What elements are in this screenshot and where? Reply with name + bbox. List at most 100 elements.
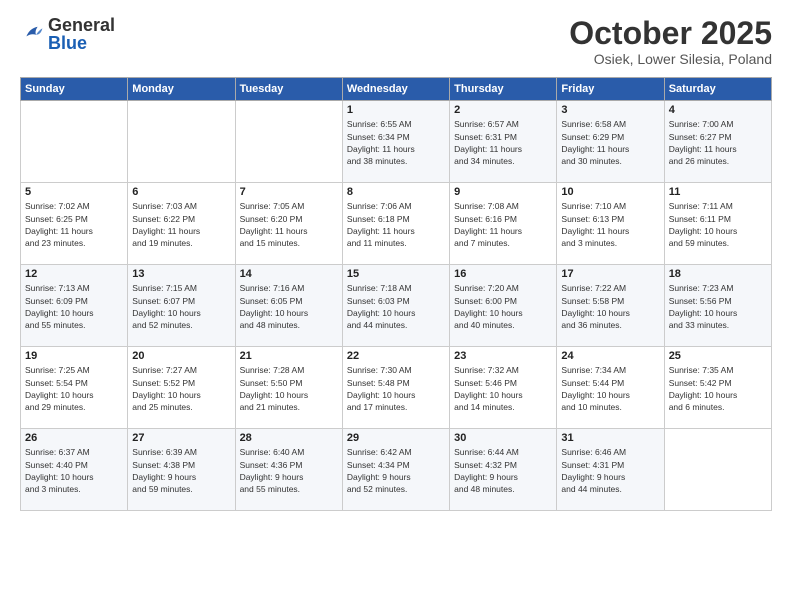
week-row-1: 1 Sunrise: 6:55 AM Sunset: 6:34 PM Daylig… (21, 101, 772, 183)
calendar-cell: 16Sunrise: 7:20 AM Sunset: 6:00 PM Dayli… (450, 265, 557, 347)
day-info: Sunrise: 6:39 AM Sunset: 4:38 PM Dayligh… (132, 446, 230, 495)
day-number: 20 (132, 350, 230, 362)
day-number: 19 (25, 350, 123, 362)
day-number: 12 (25, 268, 123, 280)
day-number: 4 (669, 104, 767, 116)
col-saturday: Saturday (664, 78, 771, 101)
day-info: Sunrise: 6:58 AM Sunset: 6:29 PM Dayligh… (561, 118, 659, 167)
col-friday: Friday (557, 78, 664, 101)
day-number: 10 (561, 186, 659, 198)
calendar-cell: 9 Sunrise: 7:08 AM Sunset: 6:16 PM Daylig… (450, 183, 557, 265)
calendar-header-row: Sunday Monday Tuesday Wednesday Thursday… (21, 78, 772, 101)
day-number: 9 (454, 186, 552, 198)
day-number: 8 (347, 186, 445, 198)
day-number: 25 (669, 350, 767, 362)
col-tuesday: Tuesday (235, 78, 342, 101)
day-info: Sunrise: 7:23 AM Sunset: 5:56 PM Dayligh… (669, 282, 767, 331)
day-info: Sunrise: 7:16 AM Sunset: 6:05 PM Dayligh… (240, 282, 338, 331)
calendar-cell: 20Sunrise: 7:27 AM Sunset: 5:52 PM Dayli… (128, 347, 235, 429)
logo-bird-icon (20, 22, 44, 46)
day-number: 7 (240, 186, 338, 198)
day-number: 31 (561, 432, 659, 444)
day-info: Sunrise: 7:06 AM Sunset: 6:18 PM Dayligh… (347, 200, 445, 249)
week-row-2: 5 Sunrise: 7:02 AM Sunset: 6:25 PM Daylig… (21, 183, 772, 265)
calendar-cell: 23 Sunrise: 7:32 AM Sunset: 5:46 PM Dayli… (450, 347, 557, 429)
day-info: Sunrise: 7:25 AM Sunset: 5:54 PM Dayligh… (25, 364, 123, 413)
logo-general: General (48, 16, 115, 34)
calendar-cell: 25 Sunrise: 7:35 AM Sunset: 5:42 PM Dayli… (664, 347, 771, 429)
day-info: Sunrise: 7:15 AM Sunset: 6:07 PM Dayligh… (132, 282, 230, 331)
calendar-cell: 17Sunrise: 7:22 AM Sunset: 5:58 PM Dayli… (557, 265, 664, 347)
calendar-cell: 7 Sunrise: 7:05 AM Sunset: 6:20 PM Daylig… (235, 183, 342, 265)
day-number: 14 (240, 268, 338, 280)
col-monday: Monday (128, 78, 235, 101)
day-number: 26 (25, 432, 123, 444)
day-info: Sunrise: 7:08 AM Sunset: 6:16 PM Dayligh… (454, 200, 552, 249)
day-info: Sunrise: 7:35 AM Sunset: 5:42 PM Dayligh… (669, 364, 767, 413)
day-number: 21 (240, 350, 338, 362)
day-info: Sunrise: 7:18 AM Sunset: 6:03 PM Dayligh… (347, 282, 445, 331)
calendar-cell: 2Sunrise: 6:57 AM Sunset: 6:31 PM Daylig… (450, 101, 557, 183)
day-info: Sunrise: 7:10 AM Sunset: 6:13 PM Dayligh… (561, 200, 659, 249)
col-sunday: Sunday (21, 78, 128, 101)
calendar-page: General Blue October 2025 Osiek, Lower S… (0, 0, 792, 612)
day-info: Sunrise: 6:42 AM Sunset: 4:34 PM Dayligh… (347, 446, 445, 495)
logo-blue: Blue (48, 34, 115, 52)
day-info: Sunrise: 7:32 AM Sunset: 5:46 PM Dayligh… (454, 364, 552, 413)
calendar-cell: 6Sunrise: 7:03 AM Sunset: 6:22 PM Daylig… (128, 183, 235, 265)
day-info: Sunrise: 7:34 AM Sunset: 5:44 PM Dayligh… (561, 364, 659, 413)
header: General Blue October 2025 Osiek, Lower S… (20, 16, 772, 67)
calendar-cell: 24 Sunrise: 7:34 AM Sunset: 5:44 PM Dayli… (557, 347, 664, 429)
calendar-cell (128, 101, 235, 183)
day-number: 27 (132, 432, 230, 444)
calendar-cell: 19 Sunrise: 7:25 AM Sunset: 5:54 PM Dayli… (21, 347, 128, 429)
calendar-cell: 27 Sunrise: 6:39 AM Sunset: 4:38 PM Dayli… (128, 429, 235, 511)
day-number: 15 (347, 268, 445, 280)
calendar-cell: 14 Sunrise: 7:16 AM Sunset: 6:05 PM Dayli… (235, 265, 342, 347)
day-number: 13 (132, 268, 230, 280)
calendar-cell: 10 Sunrise: 7:10 AM Sunset: 6:13 PM Dayli… (557, 183, 664, 265)
day-number: 17 (561, 268, 659, 280)
calendar-cell: 4 Sunrise: 7:00 AM Sunset: 6:27 PM Daylig… (664, 101, 771, 183)
day-number: 11 (669, 186, 767, 198)
day-number: 5 (25, 186, 123, 198)
day-number: 18 (669, 268, 767, 280)
day-info: Sunrise: 6:44 AM Sunset: 4:32 PM Dayligh… (454, 446, 552, 495)
location: Osiek, Lower Silesia, Poland (569, 51, 772, 67)
calendar-cell: 12 Sunrise: 7:13 AM Sunset: 6:09 PM Dayli… (21, 265, 128, 347)
day-info: Sunrise: 7:05 AM Sunset: 6:20 PM Dayligh… (240, 200, 338, 249)
calendar-cell: 8 Sunrise: 7:06 AM Sunset: 6:18 PM Daylig… (342, 183, 449, 265)
calendar-cell: 30 Sunrise: 6:44 AM Sunset: 4:32 PM Dayli… (450, 429, 557, 511)
calendar-cell: 29 Sunrise: 6:42 AM Sunset: 4:34 PM Dayli… (342, 429, 449, 511)
logo: General Blue (20, 16, 115, 52)
calendar-cell: 5 Sunrise: 7:02 AM Sunset: 6:25 PM Daylig… (21, 183, 128, 265)
calendar-cell: 1 Sunrise: 6:55 AM Sunset: 6:34 PM Daylig… (342, 101, 449, 183)
day-info: Sunrise: 7:13 AM Sunset: 6:09 PM Dayligh… (25, 282, 123, 331)
calendar-cell: 21 Sunrise: 7:28 AM Sunset: 5:50 PM Dayli… (235, 347, 342, 429)
calendar-cell: 13 Sunrise: 7:15 AM Sunset: 6:07 PM Dayli… (128, 265, 235, 347)
calendar-cell: 31 Sunrise: 6:46 AM Sunset: 4:31 PM Dayli… (557, 429, 664, 511)
day-number: 1 (347, 104, 445, 116)
calendar-cell (664, 429, 771, 511)
week-row-5: 26 Sunrise: 6:37 AM Sunset: 4:40 PM Dayli… (21, 429, 772, 511)
day-number: 24 (561, 350, 659, 362)
day-info: Sunrise: 6:37 AM Sunset: 4:40 PM Dayligh… (25, 446, 123, 495)
month-title: October 2025 (569, 16, 772, 51)
day-number: 29 (347, 432, 445, 444)
day-number: 23 (454, 350, 552, 362)
calendar-cell (235, 101, 342, 183)
calendar-cell: 26 Sunrise: 6:37 AM Sunset: 4:40 PM Dayli… (21, 429, 128, 511)
logo-text: General Blue (48, 16, 115, 52)
day-number: 22 (347, 350, 445, 362)
day-info: Sunrise: 7:00 AM Sunset: 6:27 PM Dayligh… (669, 118, 767, 167)
day-info: Sunrise: 6:55 AM Sunset: 6:34 PM Dayligh… (347, 118, 445, 167)
day-number: 3 (561, 104, 659, 116)
week-row-3: 12 Sunrise: 7:13 AM Sunset: 6:09 PM Dayli… (21, 265, 772, 347)
calendar-table: Sunday Monday Tuesday Wednesday Thursday… (20, 77, 772, 511)
day-info: Sunrise: 7:02 AM Sunset: 6:25 PM Dayligh… (25, 200, 123, 249)
day-info: Sunrise: 7:28 AM Sunset: 5:50 PM Dayligh… (240, 364, 338, 413)
day-number: 30 (454, 432, 552, 444)
calendar-cell (21, 101, 128, 183)
day-number: 6 (132, 186, 230, 198)
day-info: Sunrise: 6:46 AM Sunset: 4:31 PM Dayligh… (561, 446, 659, 495)
